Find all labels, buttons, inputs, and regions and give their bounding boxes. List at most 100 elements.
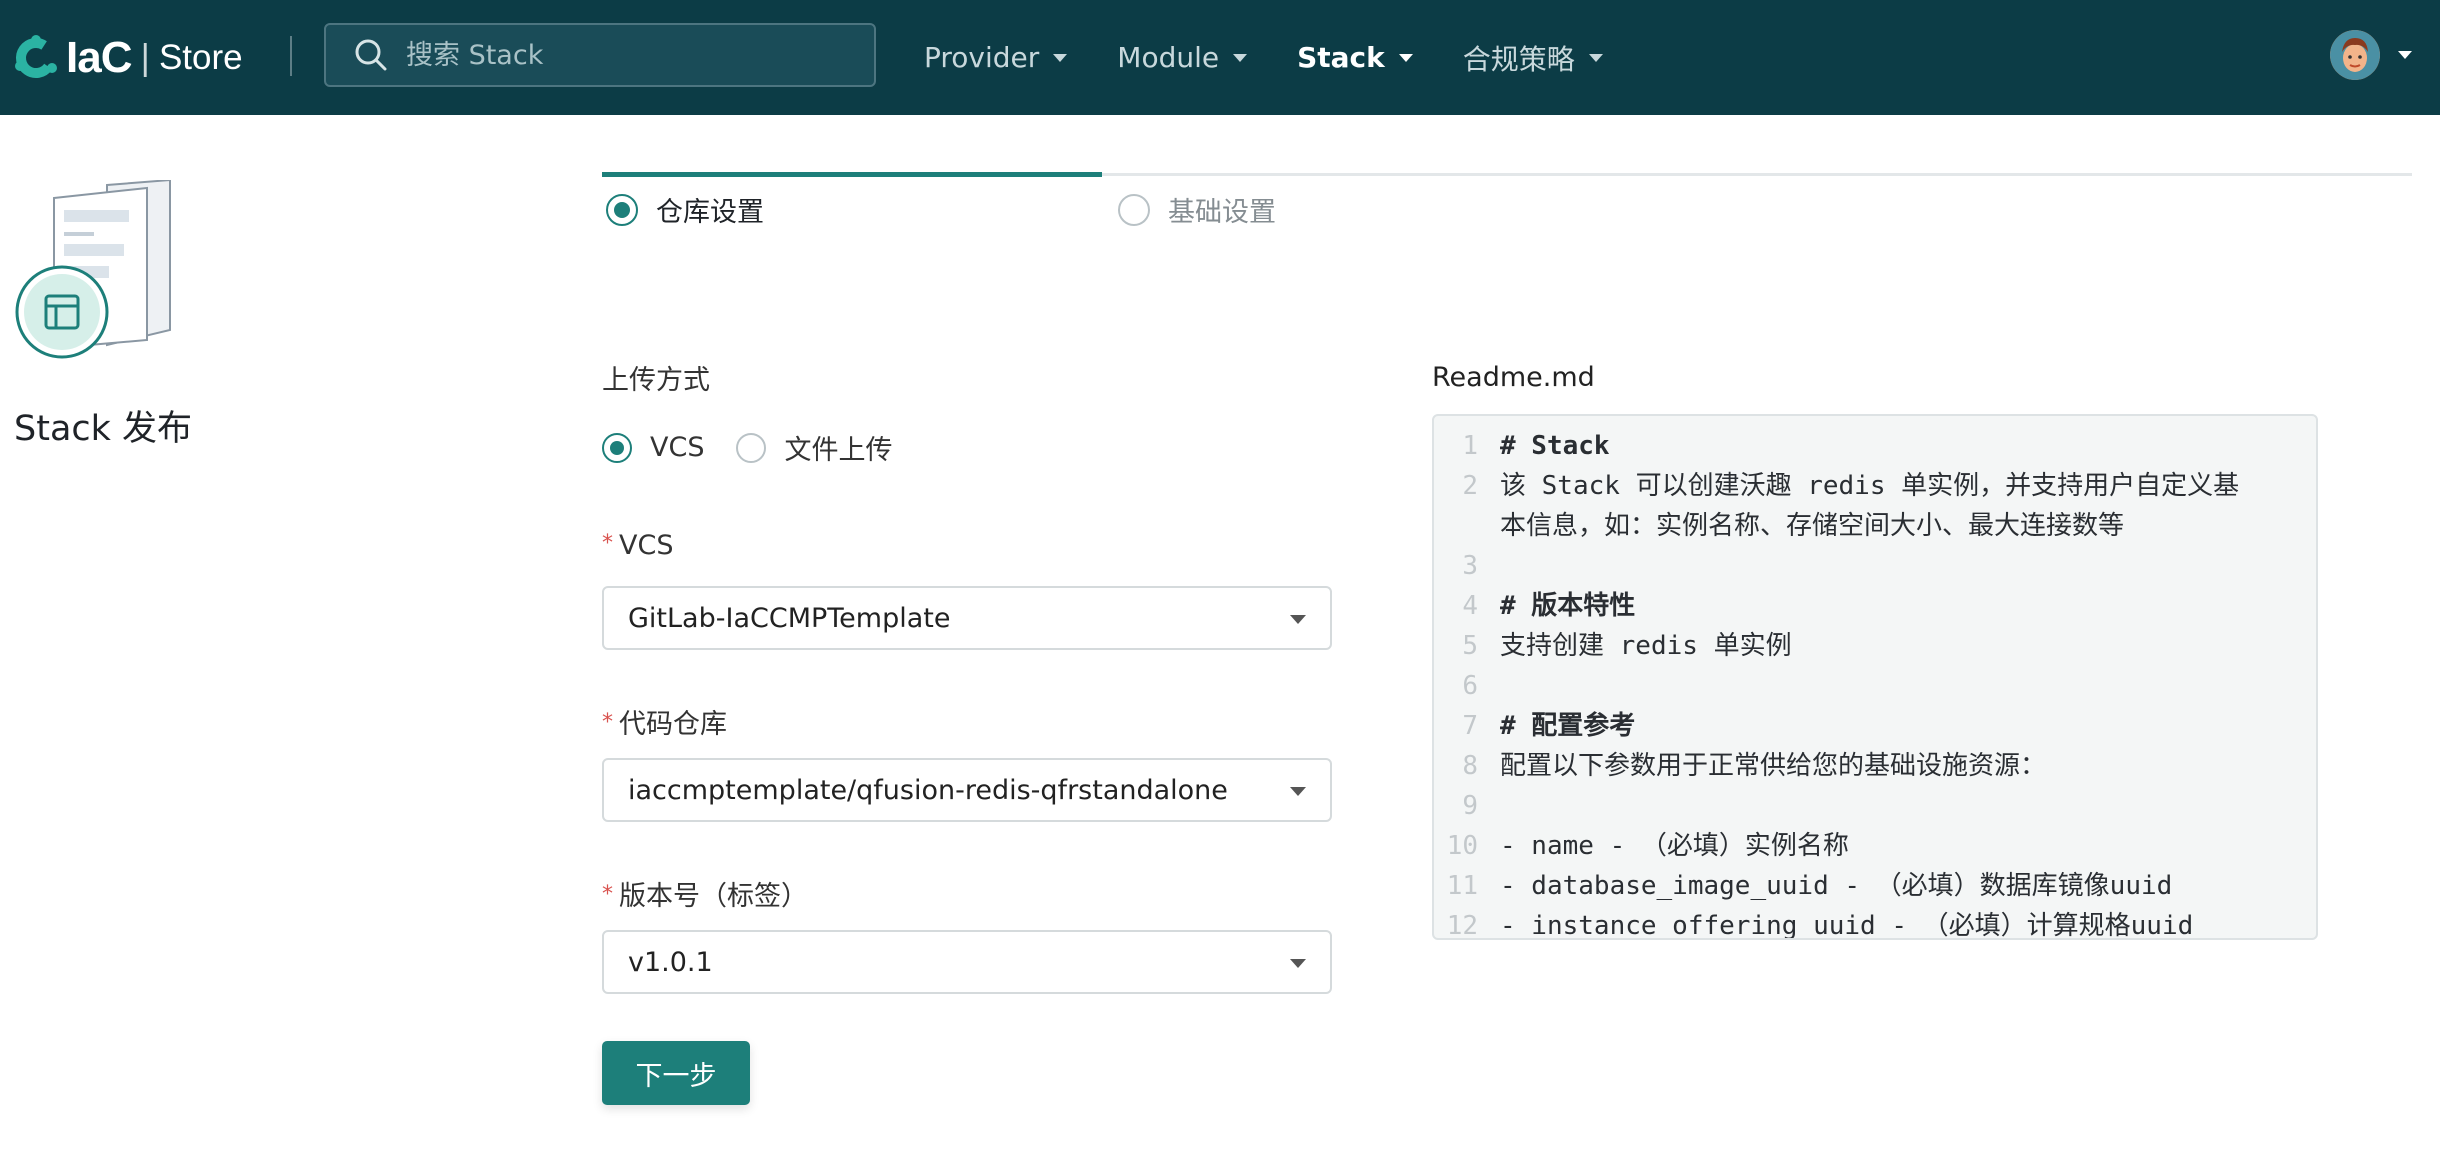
top-navbar: IaC | Store Provider Module Stack 合规策略 <box>0 0 2440 115</box>
user-avatar-icon <box>2330 30 2380 80</box>
readme-line: 5 支持创建 redis 单实例 <box>1434 626 2316 666</box>
upload-method-file-radio[interactable]: 文件上传 <box>736 428 892 467</box>
stack-publish-illustration <box>15 180 171 359</box>
logo-iac-text: IaC <box>66 33 132 82</box>
page-title: Stack 发布 <box>14 409 193 449</box>
readme-line-number: 7 <box>1462 711 1478 741</box>
readme-line-number: 11 <box>1446 871 1478 901</box>
nav-stack[interactable]: Stack <box>1297 41 1413 74</box>
upload-method-vcs-radio[interactable]: VCS <box>602 432 704 463</box>
step-basic-settings-label: 基础设置 <box>1168 197 1276 228</box>
chevron-down-icon <box>1233 53 1248 62</box>
readme-line-text: - database_image_uuid - （必填）数据库镜像uuid <box>1500 871 2173 901</box>
readme-line: 2 该 Stack 可以创建沃趣 redis 单实例，并支持用户自定义基 <box>1434 466 2316 506</box>
repo-label: * 代码仓库 <box>602 702 727 741</box>
readme-line-number <box>1434 506 1478 546</box>
iac-store-logo[interactable]: IaC | Store <box>12 30 243 86</box>
repo-select-value: iaccmptemplate/qfusion-redis-qfrstandalo… <box>628 774 1228 806</box>
chevron-down-icon <box>1588 53 1603 62</box>
readme-line: 3 <box>1434 546 2316 586</box>
upload-method-file-label: 文件上传 <box>784 435 893 466</box>
required-mark: * <box>602 531 613 556</box>
user-menu[interactable] <box>2330 30 2412 80</box>
radio-checked-icon <box>602 432 632 463</box>
readme-title: Readme.md <box>1432 362 1595 393</box>
caret-down-icon <box>1290 615 1306 624</box>
search-icon <box>355 39 387 71</box>
step-repo-settings[interactable]: 仓库设置 <box>606 190 764 229</box>
logo-separator: | <box>139 38 151 78</box>
upload-method-label: 上传方式 <box>602 365 710 396</box>
readme-line: 7 # 配置参考 <box>1434 706 2316 746</box>
nav-compliance-policy-label: 合规策略 <box>1462 42 1575 76</box>
readme-line-text: 支持创建 redis 单实例 <box>1500 631 1792 661</box>
readme-line-number: 2 <box>1462 471 1478 501</box>
version-label-text: 版本号（标签） <box>619 881 808 912</box>
upload-method-vcs-label: VCS <box>650 432 705 463</box>
readme-line: 12 - instance_offering_uuid - （必填）计算规格uui… <box>1434 906 2316 940</box>
repo-select[interactable]: iaccmptemplate/qfusion-redis-qfrstandalo… <box>602 758 1332 822</box>
readme-line-text: 配置以下参数用于正常供给您的基础设施资源： <box>1500 751 2047 781</box>
avatar[interactable] <box>2330 30 2380 80</box>
readme-line-text: # 配置参考 <box>1500 711 1636 741</box>
logo-store-text: Store <box>158 38 243 77</box>
chevron-down-icon <box>2398 51 2412 59</box>
readme-line-number: 4 <box>1462 591 1478 621</box>
search-box[interactable] <box>324 23 876 87</box>
readme-line: 11 - database_image_uuid - （必填）数据库镜像uuid <box>1434 866 2316 906</box>
step-active-radio-icon <box>606 193 638 226</box>
readme-line-text <box>1478 786 1500 826</box>
version-label: * 版本号（标签） <box>602 874 808 913</box>
readme-line-number: 5 <box>1462 631 1478 661</box>
nav-module-label: Module <box>1117 41 1220 74</box>
readme-line-text: - name - （必填）实例名称 <box>1500 831 1849 861</box>
version-select-value: v1.0.1 <box>628 946 713 978</box>
radio-unchecked-icon <box>736 432 767 463</box>
nav-provider-label: Provider <box>924 41 1040 74</box>
readme-line-number: 9 <box>1462 791 1478 821</box>
step-repo-settings-label: 仓库设置 <box>656 197 764 228</box>
readme-line-text: # Stack <box>1500 431 1610 461</box>
readme-line-number: 6 <box>1462 671 1478 701</box>
readme-preview[interactable]: 1 # Stack 2 该 Stack 可以创建沃趣 redis 单实例，并支持用户自… <box>1432 414 2318 940</box>
required-mark: * <box>602 882 613 907</box>
readme-line-text <box>1478 546 1500 586</box>
version-select[interactable]: v1.0.1 <box>602 930 1332 994</box>
vcs-label-text: VCS <box>619 530 674 561</box>
readme-line-text: 该 Stack 可以创建沃趣 redis 单实例，并支持用户自定义基 <box>1500 471 2240 501</box>
nav-compliance-policy[interactable]: 合规策略 <box>1463 38 1603 78</box>
readme-line: 本信息，如：实例名称、存储空间大小、最大连接数等 <box>1434 506 2316 546</box>
search-input[interactable] <box>406 39 866 71</box>
nav-stack-label: Stack <box>1297 41 1385 74</box>
readme-line-number: 1 <box>1462 431 1478 461</box>
readme-line: 8 配置以下参数用于正常供给您的基础设施资源： <box>1434 746 2316 786</box>
upload-method-radio-group: VCS 文件上传 <box>602 428 924 467</box>
readme-line-number: 3 <box>1462 551 1478 581</box>
caret-down-icon <box>1290 787 1306 796</box>
required-mark: * <box>602 710 613 735</box>
chevron-down-icon <box>1398 53 1413 62</box>
repo-label-text: 代码仓库 <box>619 709 727 740</box>
step-basic-settings[interactable]: 基础设置 <box>1118 190 1276 229</box>
readme-line: 6 <box>1434 666 2316 706</box>
nav-provider[interactable]: Provider <box>924 41 1068 74</box>
logo-icon <box>15 35 57 78</box>
readme-line: 4 # 版本特性 <box>1434 586 2316 626</box>
next-step-button[interactable]: 下一步 <box>602 1041 750 1105</box>
steps-progress <box>602 172 1102 177</box>
caret-down-icon <box>1290 959 1306 968</box>
readme-line-number: 12 <box>1446 911 1478 940</box>
nav-module[interactable]: Module <box>1117 41 1248 74</box>
readme-line-text: - instance_offering_uuid - （必填）计算规格uuid <box>1500 911 2194 940</box>
vcs-select[interactable]: GitLab-IaCCMPTemplate <box>602 586 1332 650</box>
step-inactive-radio-icon <box>1118 193 1150 226</box>
main-nav: Provider Module Stack 合规策略 <box>924 0 1653 115</box>
readme-line-text: # 版本特性 <box>1500 591 1636 621</box>
readme-line: 10 - name - （必填）实例名称 <box>1434 826 2316 866</box>
vcs-label: * VCS <box>602 530 673 561</box>
readme-line-text: 本信息，如：实例名称、存储空间大小、最大连接数等 <box>1500 511 2125 541</box>
readme-line: 9 <box>1434 786 2316 826</box>
readme-code: 1 # Stack 2 该 Stack 可以创建沃趣 redis 单实例，并支持用户自… <box>1434 426 2316 940</box>
header-divider <box>290 36 292 76</box>
vcs-select-value: GitLab-IaCCMPTemplate <box>628 602 951 634</box>
